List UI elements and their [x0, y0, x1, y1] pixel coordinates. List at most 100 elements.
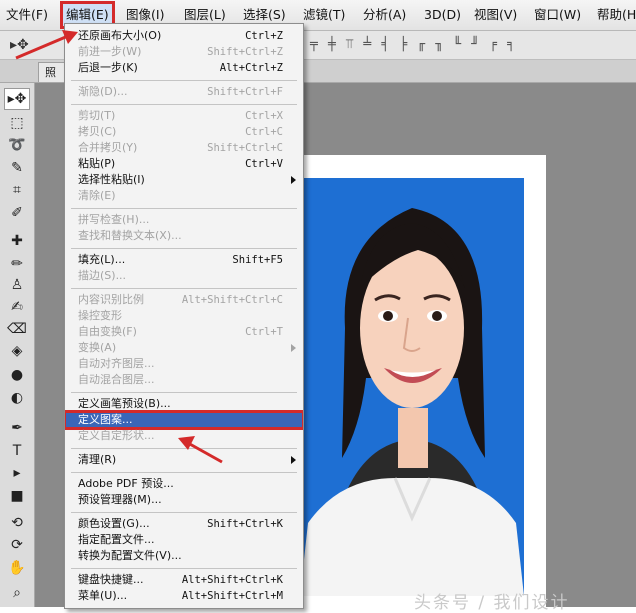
edit-menu-item[interactable]: 清除(E): [65, 188, 303, 204]
align-distribute-buttons[interactable]: ╤ ╪ ⫪ ╧ ╡ ╞ ╓ ╖ ╙ ╜ ╒ ╕: [310, 35, 518, 55]
menu-item-label: 自动混合图层...: [78, 373, 155, 386]
move-tool-options-icon[interactable]: ▸✥: [10, 36, 38, 54]
rectangle-icon[interactable]: ■: [5, 486, 29, 506]
3d-orbit-icon[interactable]: ⟳: [5, 535, 29, 555]
menu-separator: [71, 248, 297, 249]
zoom-icon[interactable]: ⌕: [5, 583, 29, 603]
menu-item-label: 键盘快捷键...: [78, 573, 144, 586]
hand-icon[interactable]: ✋: [5, 558, 29, 578]
menu-item-label: 颜色设置(G)...: [78, 517, 150, 530]
edit-menu-item[interactable]: 自动混合图层...: [65, 372, 303, 388]
menu-item-label: 清除(E): [78, 189, 116, 202]
edit-menu-item[interactable]: 预设管理器(M)...: [65, 492, 303, 508]
menu-item-shortcut: Alt+Ctrl+Z: [219, 62, 283, 74]
menu-item[interactable]: 滤镜(T): [303, 0, 345, 30]
eyedropper-icon[interactable]: ✐: [5, 203, 29, 223]
menu-item[interactable]: 视图(V): [474, 0, 517, 30]
menu-item-shortcut: Shift+F5: [232, 254, 283, 266]
edit-menu-item[interactable]: 渐隐(D)... Shift+Ctrl+F: [65, 84, 303, 100]
move-icon[interactable]: ▸✥: [4, 88, 30, 110]
menu-item[interactable]: 分析(A): [363, 0, 406, 30]
menu-separator: [71, 472, 297, 473]
menu-item[interactable]: 3D(D): [424, 0, 461, 30]
edit-menu-item[interactable]: 自动对齐图层...: [65, 356, 303, 372]
menu-item-label: 拷贝(C): [78, 125, 117, 138]
marquee-icon[interactable]: ⬚: [5, 113, 29, 133]
clone-stamp-icon[interactable]: ♙: [5, 275, 29, 295]
edit-menu-item[interactable]: 拼写检查(H)...: [65, 212, 303, 228]
edit-menu-item[interactable]: 前进一步(W) Shift+Ctrl+Z: [65, 44, 303, 60]
menu-item-define-pattern[interactable]: 定义图案...: [65, 410, 303, 430]
menu-item-label: Adobe PDF 预设...: [78, 477, 174, 490]
menu-item-label: 定义图案...: [78, 413, 133, 426]
brush-icon[interactable]: ✏: [5, 254, 29, 274]
edit-menu-item[interactable]: 填充(L)... Shift+F5: [65, 252, 303, 268]
edit-menu-item[interactable]: 指定配置文件...: [65, 532, 303, 548]
edit-menu-item[interactable]: 后退一步(K) Alt+Ctrl+Z: [65, 60, 303, 76]
crop-icon[interactable]: ⌗: [5, 180, 29, 200]
menu-separator: [71, 80, 297, 81]
watermark-text: 头条号 / 我们设计: [414, 593, 570, 613]
menu-item-label: 菜单(U)...: [78, 589, 128, 602]
menu-item-label: 自动对齐图层...: [78, 357, 155, 370]
edit-menu-item[interactable]: 内容识别比例 Alt+Shift+Ctrl+C: [65, 292, 303, 308]
menu-item-label: 定义自定形状...: [78, 429, 155, 442]
menu-separator: [71, 392, 297, 393]
edit-menu-dropdown: 还原画布大小(O) Ctrl+Z 前进一步(W) Shift+Ctrl+Z 后退一步(K…: [64, 23, 304, 609]
edit-menu-item[interactable]: 转换为配置文件(V)...: [65, 548, 303, 564]
edit-menu-item[interactable]: 颜色设置(G)... Shift+Ctrl+K: [65, 516, 303, 532]
eraser-icon[interactable]: ⌫: [5, 319, 29, 339]
menu-separator: [71, 448, 297, 449]
paint-bucket-icon[interactable]: ◈: [5, 341, 29, 361]
submenu-arrow-icon: [291, 456, 296, 464]
edit-menu-item[interactable]: 变换(A): [65, 340, 303, 356]
edit-menu-item[interactable]: 描边(S)...: [65, 268, 303, 284]
edit-menu-item[interactable]: 定义自定形状...: [65, 428, 303, 444]
edit-menu-item[interactable]: 还原画布大小(O) Ctrl+Z: [65, 28, 303, 44]
menu-item-shortcut: Ctrl+Z: [245, 30, 283, 42]
menu-item-label: 查找和替换文本(X)...: [78, 229, 182, 242]
menu-item-shortcut: Alt+Shift+Ctrl+K: [181, 574, 283, 586]
menu-item-label: 渐隐(D)...: [78, 85, 128, 98]
edit-menu-item[interactable]: Adobe PDF 预设...: [65, 476, 303, 492]
submenu-arrow-icon: [291, 176, 296, 184]
type-icon[interactable]: T: [5, 441, 29, 461]
edit-menu-item[interactable]: 操控变形: [65, 308, 303, 324]
spot-healing-icon[interactable]: ✚: [5, 231, 29, 251]
tools-panel: ▸✥ ⬚ ➰ ✎ ⌗ ✐ ✚ ✏ ♙ ✍ ⌫ ◈ ● ◐ ✒ T ▸ ■ ⟲ ⟳ ✋ ⌕: [0, 83, 35, 607]
menu-item[interactable]: 文件(F): [6, 0, 48, 30]
edit-menu-item[interactable]: 清理(R): [65, 452, 303, 468]
edit-menu-item[interactable]: 粘贴(P) Ctrl+V: [65, 156, 303, 172]
edit-menu-item[interactable]: 选择性粘贴(I): [65, 172, 303, 188]
menu-item-label: 前进一步(W): [78, 45, 142, 58]
edit-menu-item[interactable]: 自由变换(F) Ctrl+T: [65, 324, 303, 340]
edit-menu-item[interactable]: 合并拷贝(Y) Shift+Ctrl+C: [65, 140, 303, 156]
menu-item[interactable]: 窗口(W): [534, 0, 581, 30]
menu-item-label: 预设管理器(M)...: [78, 493, 162, 506]
history-brush-icon[interactable]: ✍: [5, 297, 29, 317]
menu-item-label: 合并拷贝(Y): [78, 141, 138, 154]
edit-menu-item[interactable]: 定义画笔预设(B)...: [65, 396, 303, 412]
edit-menu-item[interactable]: 键盘快捷键... Alt+Shift+Ctrl+K: [65, 572, 303, 588]
3d-rotate-icon[interactable]: ⟲: [5, 513, 29, 533]
blur-icon[interactable]: ●: [5, 365, 29, 385]
portrait-illustration: [300, 178, 524, 596]
menu-item-label: 填充(L)...: [78, 253, 126, 266]
pen-icon[interactable]: ✒: [5, 418, 29, 438]
menu-separator: [71, 288, 297, 289]
menu-item-shortcut: Ctrl+C: [245, 126, 283, 138]
quick-selection-icon[interactable]: ✎: [5, 158, 29, 178]
edit-menu-item[interactable]: 查找和替换文本(X)...: [65, 228, 303, 244]
lasso-icon[interactable]: ➰: [5, 135, 29, 155]
menu-separator: [71, 104, 297, 105]
edit-menu-item[interactable]: 剪切(T) Ctrl+X: [65, 108, 303, 124]
edit-menu-item[interactable]: 菜单(U)... Alt+Shift+Ctrl+M: [65, 588, 303, 604]
menu-separator: [71, 208, 297, 209]
edit-menu-item[interactable]: 拷贝(C) Ctrl+C: [65, 124, 303, 140]
menu-item-label: 指定配置文件...: [78, 533, 155, 546]
menu-item-label: 变换(A): [78, 341, 117, 354]
path-selection-icon[interactable]: ▸: [5, 463, 29, 483]
dodge-icon[interactable]: ◐: [5, 388, 29, 408]
menu-item-label: 后退一步(K): [78, 61, 138, 74]
menu-item[interactable]: 帮助(H): [597, 0, 636, 30]
